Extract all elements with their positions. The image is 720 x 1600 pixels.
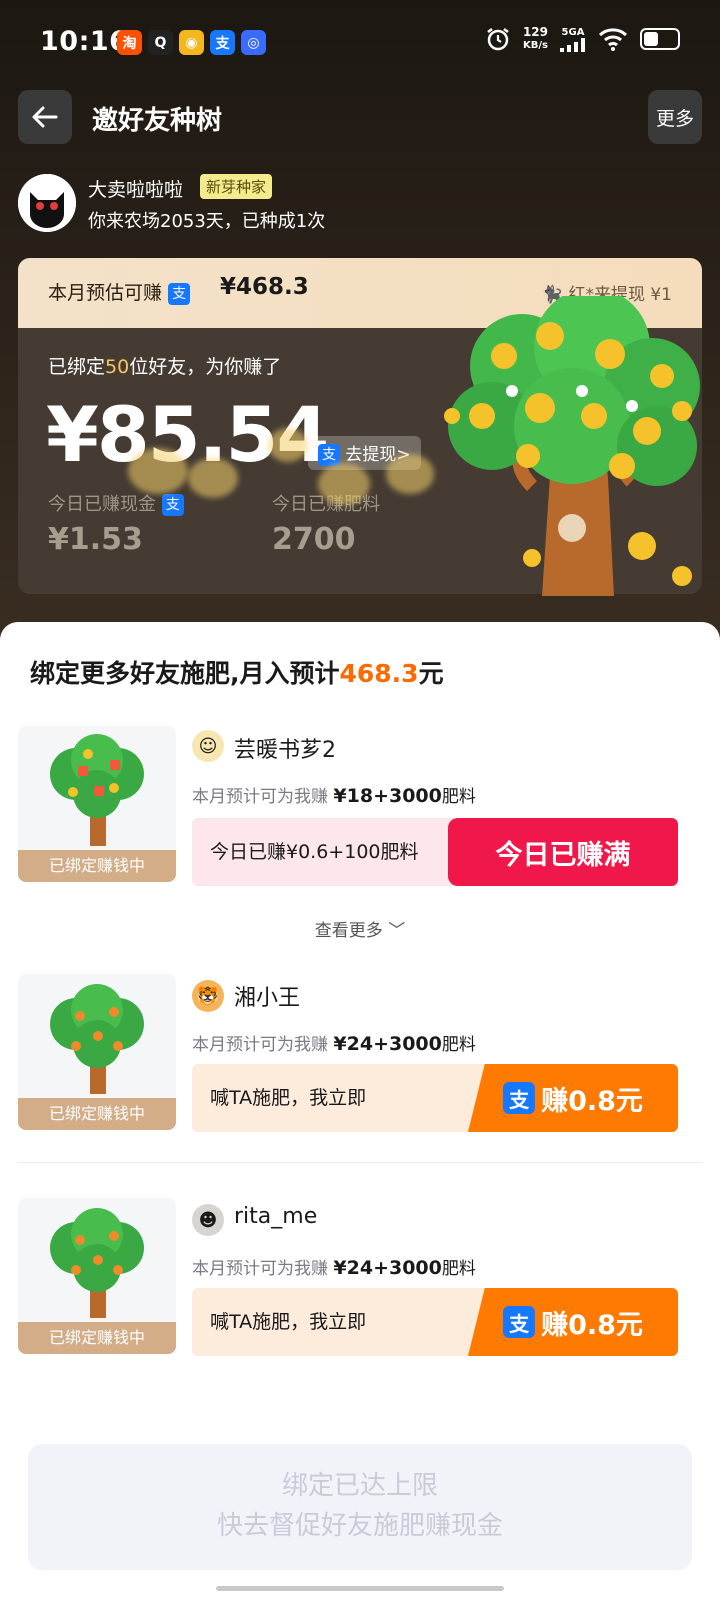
- friend-name: rita_me: [234, 1204, 318, 1229]
- alipay-icon: 支: [503, 1306, 536, 1338]
- friend-action-bar: 喊TA施肥，我立即 支赚0.8元: [192, 1288, 678, 1356]
- estimate-unit: 肥料: [441, 1035, 476, 1055]
- sheet-title: 绑定更多好友施肥,月入预计468.3元: [30, 654, 444, 690]
- sheet-title-prefix: 绑定更多好友施肥,月入预计: [30, 659, 340, 688]
- estimate-unit: 肥料: [441, 1259, 476, 1279]
- see-more-button[interactable]: 查看更多 ﹀: [0, 916, 720, 941]
- alipay-icon: 支: [210, 30, 235, 55]
- earned-full-label: 今日已赚满: [495, 839, 631, 871]
- sheet-title-amount: 468.3: [339, 659, 419, 688]
- chevron-down-icon: ﹀: [388, 921, 406, 941]
- today-cash-label: 今日已赚现金 支: [48, 490, 184, 516]
- friend-name: 湘小王: [234, 986, 301, 1011]
- app-icon: ◉: [179, 30, 204, 55]
- coin-sparkle: [128, 448, 188, 494]
- status-indicators: 129 KB/s 5GA: [485, 26, 680, 52]
- thumbnail-label: 已绑定赚钱中: [18, 850, 176, 882]
- signal-block: 5GA: [560, 27, 586, 52]
- estimate-value: ¥24+3000: [333, 1257, 442, 1279]
- alipay-icon: 支: [161, 494, 184, 516]
- bound-prefix: 已绑定: [48, 356, 106, 378]
- today-cash-label-text: 今日已赚现金: [48, 494, 156, 515]
- today-earned-text: 今日已赚¥0.6+100肥料: [210, 841, 419, 863]
- more-button[interactable]: 更多: [648, 90, 702, 144]
- friend-avatar[interactable]: ☺: [192, 730, 224, 762]
- net-speed-value: 129: [522, 25, 548, 39]
- user-avatar[interactable]: [18, 174, 76, 232]
- monthly-estimate-text: 本月预估可赚: [48, 282, 163, 304]
- estimate-prefix: 本月预计可为我赚: [192, 1035, 328, 1055]
- friend-name: 芸暖书芗2: [234, 738, 336, 763]
- thumbnail-label: 已绑定赚钱中: [18, 1322, 176, 1354]
- user-name: 大卖啦啦啦: [88, 179, 184, 201]
- signal-icon: [560, 37, 585, 52]
- estimate-value: ¥18+3000: [333, 785, 442, 807]
- battery-icon: [640, 28, 680, 50]
- chat-icon: ◎: [241, 30, 266, 55]
- user-level-badge: 新芽种家: [200, 174, 273, 199]
- friend-action-bar: 喊TA施肥，我立即 支赚0.8元: [192, 1064, 678, 1132]
- small-tree-icon: [50, 734, 144, 846]
- bind-limit-title: 绑定已达上限: [281, 1471, 438, 1501]
- friend-monthly-estimate: 本月预计可为我赚 ¥24+3000肥料: [192, 1254, 476, 1279]
- friend-action-bar: 今日已赚¥0.6+100肥料 今日已赚满: [192, 818, 678, 886]
- taobao-icon: 淘: [117, 30, 142, 55]
- today-cash-value: ¥1.53: [48, 522, 143, 557]
- alarm-icon: [487, 28, 509, 51]
- friend-avatar[interactable]: ☻: [192, 1204, 224, 1236]
- friend-monthly-estimate: 本月预计可为我赚 ¥18+3000肥料: [192, 782, 476, 807]
- estimate-prefix: 本月预计可为我赚: [192, 1259, 328, 1279]
- net-speed: 129 KB/s: [523, 26, 548, 52]
- friend-avatar[interactable]: 🐯: [192, 980, 224, 1012]
- status-time: 10:16: [40, 26, 129, 57]
- friend-tree-thumbnail[interactable]: 已绑定赚钱中: [18, 726, 176, 882]
- monthly-estimate-amount: ¥468.3: [220, 274, 309, 300]
- earn-button-label: 赚0.8元: [541, 1085, 643, 1117]
- page-title: 邀好友种树: [92, 106, 223, 136]
- today-fertilizer-value: 2700: [272, 522, 356, 557]
- status-app-icons: 淘 Q ◉ 支 ◎: [117, 30, 266, 55]
- status-bar: 10:16 淘 Q ◉ 支 ◎ 129 KB/s 5GA: [0, 0, 720, 86]
- earn-button-label: 赚0.8元: [541, 1309, 643, 1341]
- thumbnail-label: 已绑定赚钱中: [18, 1098, 176, 1130]
- earn-button[interactable]: 支赚0.8元: [468, 1288, 678, 1356]
- bound-friends-text: 已绑定50位好友，为你赚了: [48, 352, 281, 379]
- coin-sparkle: [188, 458, 238, 498]
- network-type: 5GA: [561, 26, 585, 38]
- coin-sparkle: [268, 428, 308, 462]
- sheet-title-suffix: 元: [418, 659, 444, 688]
- home-indicator[interactable]: [216, 1586, 504, 1591]
- see-more-label: 查看更多: [314, 921, 383, 941]
- wifi-icon: [598, 28, 628, 51]
- bind-limit-subtitle: 快去督促好友施肥赚现金: [216, 1511, 503, 1541]
- estimate-value: ¥24+3000: [333, 1033, 442, 1055]
- coin-sparkle: [386, 454, 434, 494]
- net-speed-unit: KB/s: [522, 40, 548, 51]
- small-tree-icon: [50, 1208, 144, 1318]
- friend-monthly-estimate: 本月预计可为我赚 ¥24+3000肥料: [192, 1030, 476, 1055]
- alipay-icon: 支: [168, 282, 191, 305]
- bound-suffix: 位好友，为你赚了: [129, 356, 282, 378]
- bound-count: 50: [105, 356, 130, 378]
- user-farm-days: 你来农场2053天，已种成1次: [88, 211, 326, 232]
- cat-avatar-icon: [18, 174, 76, 232]
- alipay-icon: 支: [503, 1082, 536, 1114]
- remind-text: 喊TA施肥，我立即: [210, 1311, 367, 1333]
- friend-tree-thumbnail[interactable]: 已绑定赚钱中: [18, 1198, 176, 1354]
- divider: [18, 1162, 702, 1163]
- friend-tree-thumbnail[interactable]: 已绑定赚钱中: [18, 974, 176, 1130]
- bind-limit-button[interactable]: 绑定已达上限 快去督促好友施肥赚现金: [28, 1444, 692, 1570]
- estimate-unit: 肥料: [441, 787, 476, 807]
- remind-text: 喊TA施肥，我立即: [210, 1087, 367, 1109]
- money-tree-illustration: [444, 296, 700, 596]
- monthly-estimate-label: 本月预估可赚 支: [48, 278, 191, 305]
- earned-full-button[interactable]: 今日已赚满: [448, 818, 678, 886]
- coin-sparkle: [318, 463, 370, 505]
- earn-button[interactable]: 支赚0.8元: [468, 1064, 678, 1132]
- small-tree-icon: [50, 984, 144, 1094]
- qq-icon: Q: [148, 30, 173, 55]
- estimate-prefix: 本月预计可为我赚: [192, 787, 328, 807]
- arrow-left-icon: [32, 106, 58, 128]
- back-button[interactable]: [18, 90, 72, 144]
